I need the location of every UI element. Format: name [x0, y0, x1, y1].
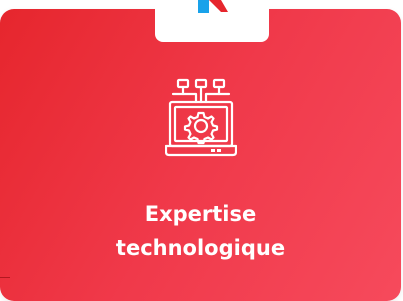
laptop-gear-network-icon: [165, 78, 237, 157]
card-title: Expertise technologique: [0, 197, 401, 265]
card-title-line1: Expertise: [144, 202, 257, 226]
page: Expertise technologique: [0, 0, 403, 301]
expertise-card[interactable]: Expertise technologique: [0, 9, 401, 301]
divider-line: [0, 277, 10, 278]
logo-tab[interactable]: [155, 0, 269, 42]
k-logo-icon: [198, 0, 228, 13]
card-title-line2: technologique: [115, 236, 286, 260]
